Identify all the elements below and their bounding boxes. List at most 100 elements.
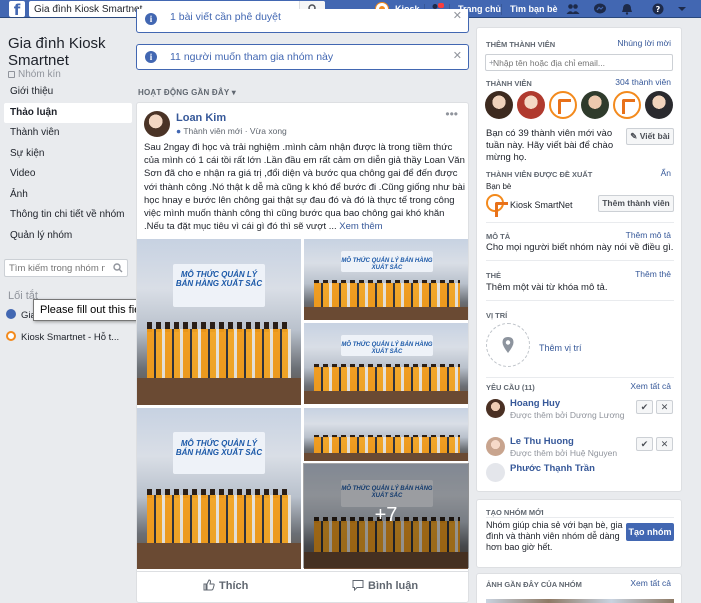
- request-name[interactable]: Phước Thạnh Trần: [510, 463, 595, 474]
- decline-request-button[interactable]: ✕: [656, 437, 673, 451]
- member-avatar[interactable]: [613, 91, 641, 119]
- member-avatar[interactable]: [549, 91, 577, 119]
- invite-link[interactable]: Nhúng lời mời: [617, 38, 671, 48]
- recent-photos-panel: ẢNH GẦN ĐÂY CỦA NHÓM Xem tất cả: [476, 573, 682, 603]
- avatar[interactable]: [486, 437, 505, 456]
- help-icon[interactable]: ?: [651, 3, 665, 15]
- members-count-link[interactable]: 304 thành viên: [615, 77, 671, 87]
- facebook-logo-icon[interactable]: f: [9, 1, 25, 17]
- pending-posts-notice[interactable]: i 1 bài viết cần phê duyệt ✕: [136, 9, 469, 33]
- write-post-label: Viết bài: [639, 131, 670, 141]
- shortcut-gia-dinh[interactable]: Gia: [6, 308, 36, 324]
- recent-activity-heading[interactable]: HOẠT ĐỘNG GẦN ĐÂY ▾: [138, 88, 236, 97]
- new-members-text: Bạn có 39 thành viên mới vào tuần này. H…: [486, 128, 614, 163]
- messenger-icon[interactable]: [593, 3, 607, 15]
- add-location-link[interactable]: Thêm vị trí: [539, 342, 582, 354]
- info-icon: i: [145, 51, 157, 63]
- shortcut-kiosk-smartnet[interactable]: Kiosk Smartnet - Hỗ t...: [6, 330, 119, 346]
- group-navigation: Giới thiệu Thảo luận Thành viên Sự kiện …: [4, 82, 132, 246]
- new-member-badge[interactable]: Thành viên mới: [183, 126, 242, 136]
- request-name[interactable]: Le Thu Huong: [510, 436, 574, 447]
- post-photo[interactable]: MÔ THỨC QUẢN LÝ BÁN HÀNG XUẤT SẮC: [304, 239, 468, 320]
- sidebar-item-members[interactable]: Thành viên: [4, 123, 132, 144]
- see-more-link[interactable]: Xem thêm: [339, 221, 382, 232]
- invite-field: +: [485, 54, 673, 71]
- member-avatar[interactable]: [645, 91, 673, 119]
- sidebar-item-events[interactable]: Sự kiện: [4, 144, 132, 165]
- add-members-heading: THÊM THÀNH VIÊN: [486, 40, 556, 49]
- chevron-down-icon[interactable]: [675, 3, 689, 15]
- photo-banner: MÔ THỨC QUẢN LÝ BÁN HÀNG XUẤT SẮC: [173, 263, 265, 308]
- avatar[interactable]: [144, 111, 170, 137]
- more-options-icon[interactable]: •••: [445, 107, 458, 121]
- recent-activity-label: HOẠT ĐỘNG GẦN ĐÂY: [138, 88, 230, 97]
- search-icon[interactable]: [113, 263, 123, 273]
- members-heading[interactable]: THÀNH VIÊN: [486, 79, 532, 88]
- notifications-icon[interactable]: [620, 3, 634, 15]
- avatar[interactable]: [486, 194, 508, 217]
- more-photos-overlay[interactable]: +7: [303, 463, 469, 568]
- location-heading: VỊ TRÍ: [486, 311, 508, 320]
- avatar[interactable]: [486, 399, 505, 418]
- post-timestamp[interactable]: · Vừa xong: [245, 126, 287, 136]
- photo-detail: [304, 452, 468, 461]
- comment-label: Bình luận: [368, 580, 419, 592]
- post-text: Sau 2ngay đi học và trải nghiệm .mình cả…: [144, 142, 465, 233]
- comment-button[interactable]: Bình luận: [352, 579, 418, 592]
- location-placeholder[interactable]: [486, 323, 530, 367]
- member-avatar[interactable]: [581, 91, 609, 119]
- photo-detail: [146, 328, 292, 379]
- sidebar-item-discussion[interactable]: Thảo luận: [4, 102, 132, 123]
- photo-detail: [137, 378, 301, 405]
- approve-request-button[interactable]: ✔: [636, 400, 653, 414]
- decline-request-button[interactable]: ✕: [656, 400, 673, 414]
- tags-heading: THẺ: [486, 271, 501, 280]
- close-icon[interactable]: ✕: [453, 45, 462, 67]
- info-icon: i: [145, 13, 157, 25]
- friends-icon[interactable]: [566, 3, 580, 15]
- post-photo[interactable]: MÔ THỨC QUẢN LÝ BÁN HÀNG XUẤT SẮC: [137, 408, 301, 569]
- post-author[interactable]: Loan Kim: [176, 112, 226, 124]
- notice-text: 11 người muốn tham gia nhóm này: [170, 51, 334, 63]
- sidebar-item-manage-group[interactable]: Quản lý nhóm: [4, 226, 132, 247]
- group-privacy: Nhóm kín: [8, 69, 61, 80]
- invite-input[interactable]: [486, 55, 646, 71]
- thumbs-up-icon: [203, 579, 215, 591]
- request-name[interactable]: Hoang Huy: [510, 398, 560, 409]
- member-avatar[interactable]: [517, 91, 545, 119]
- photo-detail: [304, 391, 468, 404]
- sidebar-item-photos[interactable]: Ảnh: [4, 185, 132, 206]
- post-meta: ● Thành viên mới · Vừa xong: [176, 126, 287, 136]
- post-photo[interactable]: [304, 408, 468, 461]
- post-photo[interactable]: MÔ THỨC QUẢN LÝ BÁN HÀNG XUẤT SẮC: [304, 323, 468, 404]
- see-all-photos-link[interactable]: Xem tất cả: [630, 578, 671, 588]
- avatar[interactable]: [486, 463, 505, 482]
- photo-banner: MÔ THỨC QUẢN LÝ BÁN HÀNG XUẤT SẮC: [173, 432, 265, 474]
- hide-link[interactable]: Ẩn: [661, 168, 671, 178]
- close-icon[interactable]: ✕: [453, 9, 462, 23]
- see-all-requests-link[interactable]: Xem tất cả: [630, 381, 671, 391]
- sidebar-item-group-insights[interactable]: Thông tin chi tiết về nhóm: [4, 205, 132, 226]
- divider: [486, 300, 674, 301]
- group-search-input[interactable]: [5, 260, 105, 277]
- add-tags-link[interactable]: Thêm thẻ: [635, 269, 671, 279]
- create-group-text: Nhóm giúp chia sẻ với bạn bè, gia đình v…: [486, 520, 623, 552]
- sidebar-item-videos[interactable]: Video: [4, 164, 132, 185]
- member-avatar[interactable]: [485, 91, 513, 119]
- like-button[interactable]: Thích: [203, 579, 248, 592]
- suggested-member-name[interactable]: Kiosk SmartNet: [510, 199, 573, 211]
- group-title[interactable]: Gia đình Kiosk Smartnet: [8, 35, 128, 69]
- svg-text:?: ?: [656, 5, 661, 14]
- add-description-link[interactable]: Thêm mô tả: [626, 230, 671, 240]
- create-group-button[interactable]: Tạo nhóm: [626, 523, 674, 541]
- write-post-button[interactable]: ✎ Viết bài: [626, 128, 674, 145]
- approve-request-button[interactable]: ✔: [636, 437, 653, 451]
- sidebar-item-about[interactable]: Giới thiệu: [4, 82, 132, 103]
- add-member-button[interactable]: Thêm thành viên: [598, 195, 674, 212]
- photo-detail: [304, 307, 468, 320]
- join-requests-notice[interactable]: i 11 người muốn tham gia nhóm này ✕: [136, 44, 469, 70]
- post-photo[interactable]: MÔ THỨC QUẢN LÝ BÁN HÀNG XUẤT SẮC: [137, 239, 301, 405]
- photo-detail: [137, 543, 301, 569]
- recent-photos-strip[interactable]: [486, 599, 674, 603]
- nav-find-friends-link[interactable]: Tìm bạn bè: [510, 0, 558, 18]
